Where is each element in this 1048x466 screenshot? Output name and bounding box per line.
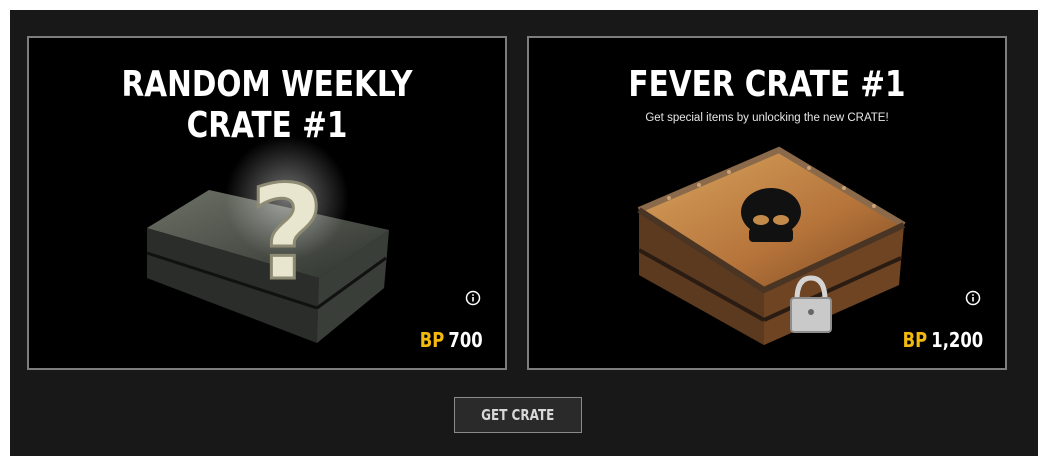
crate-card-random-weekly[interactable]: RANDOM WEEKLY CRATE #1 ? BP 700: [27, 36, 507, 370]
crate-shop-panel: RANDOM WEEKLY CRATE #1 ? BP 700 FEVER CR…: [10, 10, 1038, 456]
crate-subtitle: Get special items by unlocking the new C…: [645, 112, 889, 124]
get-crate-button[interactable]: GET CRATE: [454, 397, 582, 433]
crate-price: BP 1,200: [902, 328, 983, 352]
currency-label: BP: [420, 328, 445, 352]
currency-label: BP: [902, 328, 928, 352]
info-icon[interactable]: [465, 290, 481, 306]
question-mark-crate-icon: ?: [146, 136, 389, 343]
crate-price: BP 700: [420, 328, 483, 352]
svg-text:?: ?: [249, 157, 324, 309]
info-icon[interactable]: [965, 290, 981, 306]
locked-crate-icon: [637, 146, 906, 345]
crate-card-fever[interactable]: FEVER CRATE #1 Get special items by unlo…: [527, 36, 1007, 370]
price-value: 700: [448, 328, 483, 352]
price-value: 1,200: [931, 328, 983, 352]
crate-title: FEVER CRATE #1: [628, 64, 906, 105]
get-crate-label: GET CRATE: [481, 406, 555, 424]
